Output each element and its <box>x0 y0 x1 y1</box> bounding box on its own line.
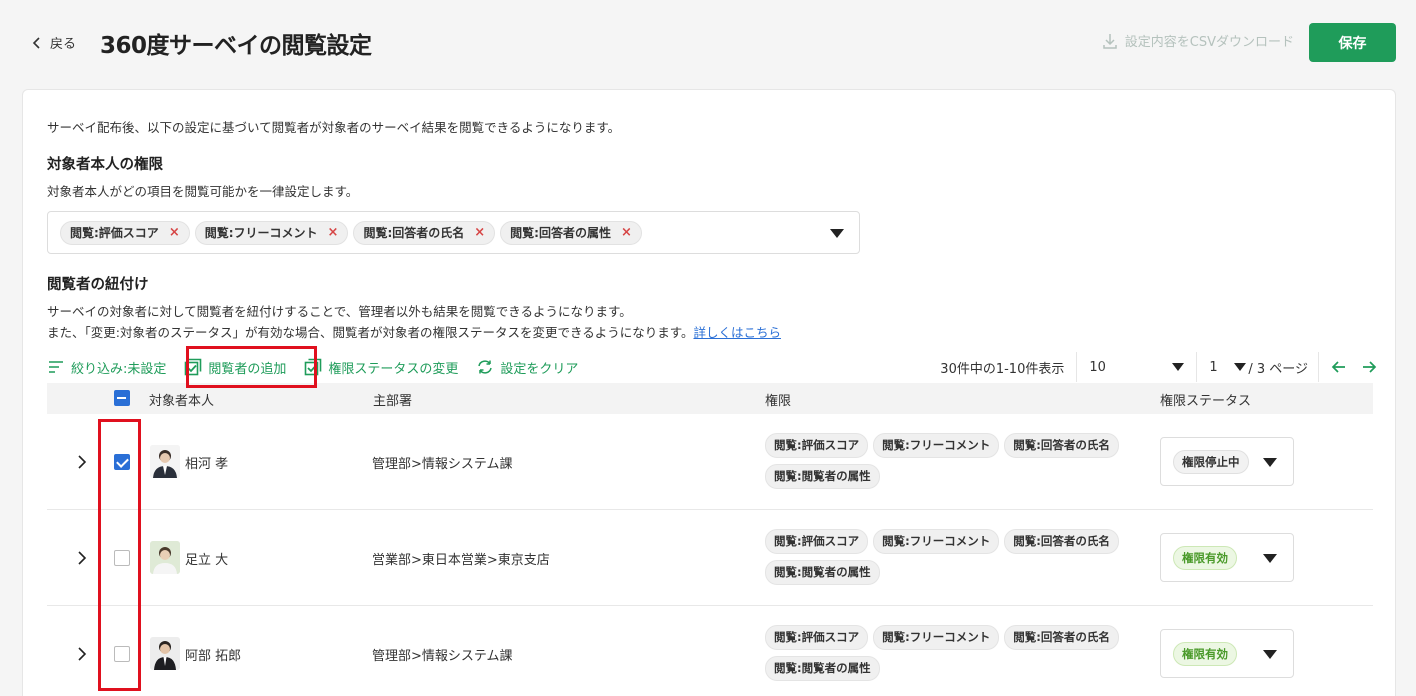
tag-score: 閲覧:評価スコア × <box>60 220 190 245</box>
tag-label: 閲覧:回答者の氏名 <box>363 226 465 240</box>
save-button[interactable]: 保存 <box>1309 23 1396 62</box>
caret-down-icon <box>1263 458 1277 467</box>
table-row: 足立 大 営業部>東日本営業>東京支店 閲覧:評価スコア 閲覧:フリーコメント … <box>47 510 1373 606</box>
refresh-icon <box>478 360 493 374</box>
page-title: 360度サーベイの閲覧設定 <box>100 33 372 59</box>
chevron-right-icon[interactable] <box>74 452 90 472</box>
permission-tags: 閲覧:評価スコア 閲覧:フリーコメント 閲覧:回答者の氏名 閲覧:閲覧者の属性 <box>765 625 1145 681</box>
user-dept: 管理部>情報システム課 <box>372 649 513 664</box>
filter-button[interactable]: 絞り込み:未設定 <box>47 358 166 377</box>
chevron-right-icon[interactable] <box>74 548 90 568</box>
table-row: 阿部 拓郎 管理部>情報システム課 閲覧:評価スコア 閲覧:フリーコメント 閲覧… <box>47 606 1373 696</box>
caret-down-icon <box>1234 363 1247 371</box>
tag-free-comment: 閲覧:フリーコメント × <box>194 220 349 245</box>
avatar <box>150 445 180 478</box>
permission-tags: 閲覧:評価スコア 閲覧:フリーコメント 閲覧:回答者の氏名 閲覧:閲覧者の属性 <box>765 433 1145 489</box>
status-select[interactable]: 権限停止中 <box>1160 437 1294 486</box>
tag-respondent-attr: 閲覧:回答者の属性 × <box>500 220 642 245</box>
avatar <box>150 637 180 670</box>
perm-tag: 閲覧:フリーコメント <box>873 433 1000 458</box>
col-status: 権限ステータス <box>1160 394 1252 409</box>
intro-text: サーベイ配布後、以下の設定に基づいて閲覧者が対象者のサーベイ結果を閲覧できるよう… <box>47 120 621 135</box>
perm-tag: 閲覧:回答者の氏名 <box>1004 433 1119 458</box>
checkbox-column-highlight <box>98 419 141 691</box>
viewer-link-title: 閲覧者の紐付け <box>47 277 149 293</box>
viewer-desc-line1: サーベイの対象者に対して閲覧者を紐付けすることで、管理者以外も結果を閲覧できるよ… <box>47 304 632 319</box>
self-permission-select[interactable]: 閲覧:評価スコア × 閲覧:フリーコメント × 閲覧:回答者の氏名 × 閲覧:回答者の… <box>47 211 860 254</box>
remove-icon[interactable]: × <box>328 225 339 240</box>
col-target: 対象者本人 <box>149 394 215 409</box>
perm-tag: 閲覧:評価スコア <box>765 625 869 650</box>
change-status-button[interactable]: 権限ステータスの変更 <box>304 358 458 377</box>
remove-icon[interactable]: × <box>621 225 632 240</box>
change-status-label: 権限ステータスの変更 <box>328 361 459 377</box>
filter-label: 絞り込み:未設定 <box>71 361 167 377</box>
tag-respondent-name: 閲覧:回答者の氏名 × <box>353 220 496 245</box>
status-select[interactable]: 権限有効 <box>1160 629 1294 678</box>
csv-label: 設定内容をCSVダウンロード <box>1124 35 1294 50</box>
perm-tag: 閲覧:回答者の氏名 <box>1004 529 1119 554</box>
col-perms: 権限 <box>765 394 792 409</box>
self-permission-title: 対象者本人の権限 <box>47 157 163 173</box>
status-select[interactable]: 権限有効 <box>1160 533 1294 582</box>
chevron-right-icon[interactable] <box>74 644 90 664</box>
viewer-desc-line2: また、「変更:対象者のステータス」が有効な場合、閲覧者が対象者の権限ステータスを… <box>47 322 781 343</box>
page-nav <box>1318 352 1377 382</box>
perm-tag: 閲覧:フリーコメント <box>873 529 1000 554</box>
remove-icon[interactable]: × <box>169 225 180 240</box>
user-dept: 管理部>情報システム課 <box>372 457 513 472</box>
caret-down-icon <box>1263 650 1277 659</box>
perm-tag: 閲覧:評価スコア <box>765 529 869 554</box>
download-icon <box>1103 33 1117 49</box>
viewer-desc-line2-text: また、「変更:対象者のステータス」が有効な場合、閲覧者が対象者の権限ステータスを… <box>47 325 694 340</box>
table-row: 相河 孝 管理部>情報システム課 閲覧:評価スコア 閲覧:フリーコメント 閲覧:… <box>47 414 1373 510</box>
perm-tag: 閲覧:フリーコメント <box>873 625 1000 650</box>
user-dept: 営業部>東日本営業>東京支店 <box>372 553 550 568</box>
tag-label: 閲覧:フリーコメント <box>204 226 318 240</box>
arrow-left-icon[interactable] <box>1331 359 1347 375</box>
caret-down-icon[interactable] <box>830 229 844 238</box>
page-header: 戻る 360度サーベイの閲覧設定 設定内容をCSVダウンロード 保存 <box>0 0 1416 88</box>
col-dept: 主部署 <box>373 394 413 409</box>
tag-label: 閲覧:回答者の属性 <box>510 226 611 240</box>
add-viewer-highlight <box>186 346 317 388</box>
user-name: 阿部 拓郎 <box>185 649 242 664</box>
clear-settings-button[interactable]: 設定をクリア <box>476 358 578 377</box>
chevron-left-icon <box>32 36 40 49</box>
per-page-select[interactable]: 10 <box>1076 352 1196 382</box>
back-button[interactable]: 戻る <box>30 33 76 52</box>
perm-tag: 閲覧:閲覧者の属性 <box>765 656 880 681</box>
select-all-checkbox[interactable] <box>114 390 130 406</box>
perm-tag: 閲覧:評価スコア <box>765 433 869 458</box>
permission-tags: 閲覧:評価スコア 閲覧:フリーコメント 閲覧:回答者の氏名 閲覧:閲覧者の属性 <box>765 529 1145 585</box>
page-value: 1 <box>1209 359 1218 375</box>
tag-label: 閲覧:評価スコア <box>70 226 159 240</box>
clear-label: 設定をクリア <box>500 361 579 377</box>
remove-icon[interactable]: × <box>474 225 485 240</box>
status-badge: 権限停止中 <box>1173 450 1249 474</box>
settings-card: サーベイ配布後、以下の設定に基づいて閲覧者が対象者のサーベイ結果を閲覧できるよう… <box>22 89 1396 696</box>
viewer-link-desc: サーベイの対象者に対して閲覧者を紐付けすることで、管理者以外も結果を閲覧できるよ… <box>47 301 781 343</box>
pagination: 30件中の1-10件表示 10 1 / 3 ページ <box>940 352 1377 382</box>
status-badge: 権限有効 <box>1173 642 1237 666</box>
arrow-right-icon[interactable] <box>1361 359 1377 375</box>
caret-down-icon <box>1172 363 1185 371</box>
count-text: 30件中の1-10件表示 <box>940 361 1065 377</box>
avatar <box>150 541 180 574</box>
perm-tag: 閲覧:閲覧者の属性 <box>765 464 880 489</box>
back-label: 戻る <box>50 37 77 52</box>
caret-down-icon <box>1263 554 1277 563</box>
status-badge: 権限有効 <box>1173 546 1237 570</box>
self-permission-desc: 対象者本人がどの項目を閲覧可能かを一律設定します。 <box>47 184 359 199</box>
filter-icon <box>49 361 63 373</box>
per-page-value: 10 <box>1089 359 1106 375</box>
csv-download-button[interactable]: 設定内容をCSVダウンロード <box>1101 31 1294 50</box>
page-total: / 3 ページ <box>1248 361 1308 377</box>
perm-tag: 閲覧:回答者の氏名 <box>1004 625 1119 650</box>
user-name: 足立 大 <box>185 553 229 568</box>
perm-tag: 閲覧:閲覧者の属性 <box>765 560 880 585</box>
user-name: 相河 孝 <box>185 457 229 472</box>
details-link[interactable]: 詳しくはこちら <box>693 325 781 340</box>
